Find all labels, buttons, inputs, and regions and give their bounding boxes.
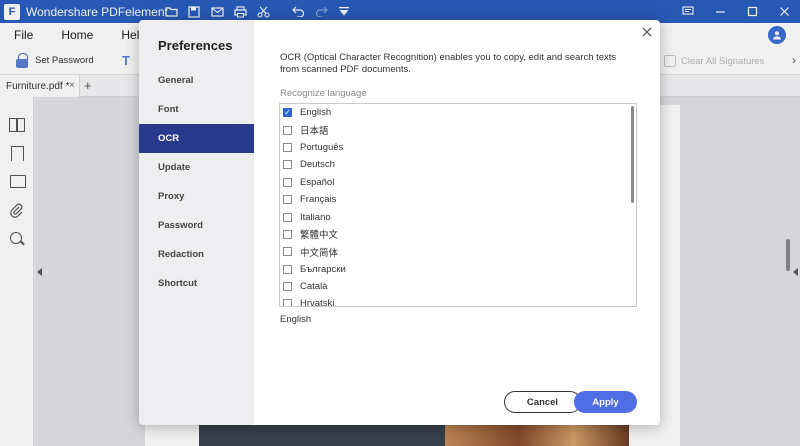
language-row[interactable]: Català	[280, 278, 630, 295]
apply-button[interactable]: Apply	[574, 391, 637, 413]
language-label: 中文简体	[300, 247, 339, 259]
language-row[interactable]: Български	[280, 261, 630, 278]
language-label: Català	[300, 281, 328, 293]
language-row[interactable]: Hrvatski	[280, 295, 630, 307]
language-row[interactable]: 中文简体	[280, 243, 630, 260]
checkbox-icon[interactable]	[283, 125, 292, 135]
checkbox-icon[interactable]	[283, 299, 292, 306]
language-list-box: ✓ English 日本語 Português Deutsch Español França…	[279, 103, 637, 307]
language-row[interactable]: ✓ English	[280, 104, 630, 121]
language-label: English	[300, 107, 332, 119]
dialog-title: Preferences	[158, 38, 233, 53]
language-row[interactable]: Français	[280, 191, 630, 208]
language-list: ✓ English 日本語 Português Deutsch Español França…	[280, 104, 630, 307]
nav-redaction[interactable]: Redaction	[139, 240, 254, 269]
language-label: Български	[300, 263, 346, 275]
cancel-button[interactable]: Cancel	[504, 391, 581, 413]
language-list-scrollbar[interactable]	[631, 106, 634, 203]
checkbox-icon[interactable]	[283, 177, 292, 187]
checkbox-icon[interactable]	[283, 229, 292, 239]
preferences-dialog: Preferences General Font OCR Update Prox…	[139, 20, 660, 425]
language-row[interactable]: 繁體中文	[280, 226, 630, 243]
checkbox-icon[interactable]	[283, 142, 292, 152]
checkbox-icon[interactable]	[283, 264, 292, 274]
language-row[interactable]: Português	[280, 139, 630, 156]
nav-proxy[interactable]: Proxy	[139, 182, 254, 211]
checkbox-icon[interactable]	[283, 160, 292, 170]
checkbox-icon[interactable]	[283, 282, 292, 292]
nav-general[interactable]: General	[139, 66, 254, 95]
language-label: Français	[300, 194, 337, 206]
checkbox-checked-icon[interactable]: ✓	[283, 108, 292, 118]
language-label: Deutsch	[300, 159, 335, 171]
language-label: Hrvatski	[300, 298, 335, 307]
language-label: Español	[300, 176, 335, 188]
language-label: 繁體中文	[300, 230, 339, 242]
language-row[interactable]: Deutsch	[280, 156, 630, 173]
language-row[interactable]: 日本語	[280, 121, 630, 138]
nav-password[interactable]: Password	[139, 211, 254, 240]
dialog-close-icon[interactable]	[640, 25, 654, 39]
language-row[interactable]: Italiano	[280, 208, 630, 225]
nav-update[interactable]: Update	[139, 153, 254, 182]
checkbox-icon[interactable]	[283, 195, 292, 205]
language-label: 日本語	[300, 126, 329, 138]
selected-languages: English	[280, 314, 312, 325]
nav-shortcut[interactable]: Shortcut	[139, 269, 254, 298]
recognize-language-label: Recognize language	[280, 88, 367, 99]
checkbox-icon[interactable]	[283, 212, 292, 222]
language-row[interactable]: Español	[280, 174, 630, 191]
nav-ocr[interactable]: OCR	[139, 124, 254, 153]
nav-font[interactable]: Font	[139, 95, 254, 124]
language-label: Italiano	[300, 211, 331, 223]
language-label: Português	[300, 141, 344, 153]
ocr-description: OCR (Optical Character Recognition) enab…	[280, 52, 617, 75]
preferences-sidebar: Preferences General Font OCR Update Prox…	[139, 20, 254, 425]
checkbox-icon[interactable]	[283, 247, 292, 257]
